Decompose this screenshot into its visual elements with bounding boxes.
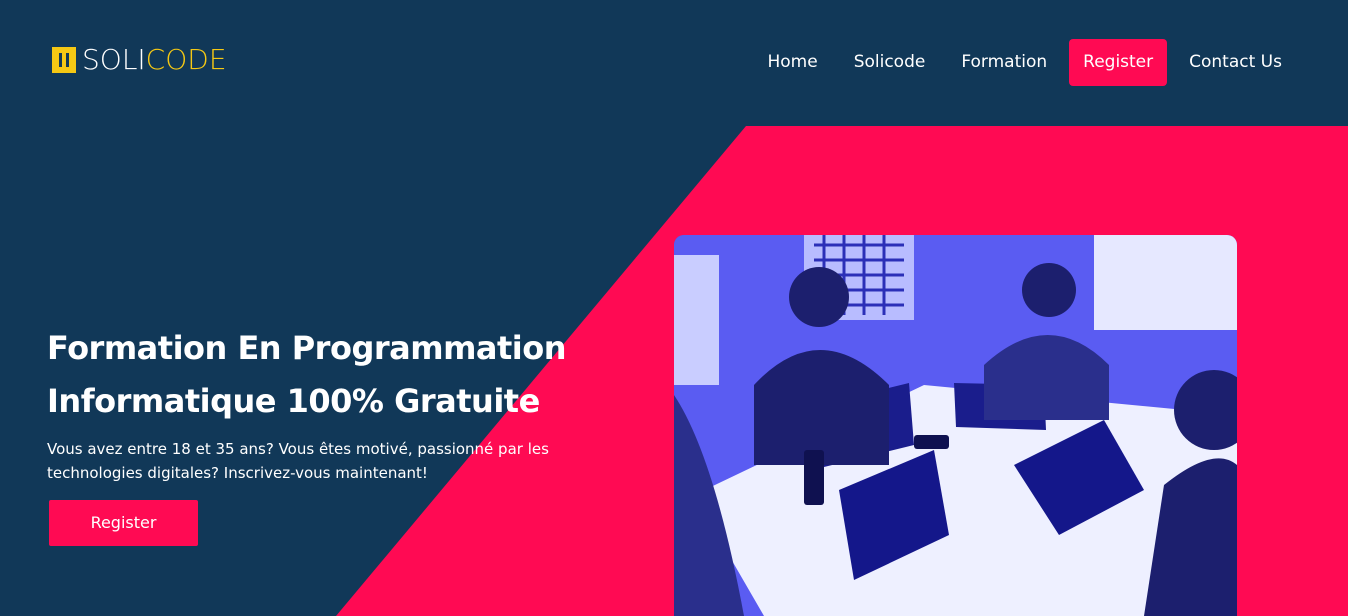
solicode-logo[interactable]: SOLICODE (52, 46, 227, 74)
logo-text-code: CODE (145, 43, 227, 76)
nav-contact-us[interactable]: Contact Us (1175, 39, 1296, 86)
hero-title-line2: Informatique 100% Gratuite (47, 382, 540, 420)
logo-text-soli: SOLI (82, 43, 146, 76)
photo-illustration (674, 235, 1237, 616)
hero-subtitle: Vous avez entre 18 et 35 ans? Vous êtes … (47, 440, 549, 482)
hero-title: Formation En Programmation Informatique … (47, 322, 647, 428)
hero-register-button[interactable]: Register (49, 500, 198, 546)
nav-solicode[interactable]: Solicode (840, 39, 940, 86)
nav-home[interactable]: Home (753, 39, 831, 86)
logo-text: SOLICODE (82, 46, 227, 74)
hero-photo-students-laptops (674, 235, 1237, 616)
nav-formation[interactable]: Formation (947, 39, 1061, 86)
logo-mark-icon (52, 47, 76, 73)
nav-register[interactable]: Register (1069, 39, 1168, 86)
main-nav: Home Solicode Formation Register Contact… (745, 39, 1296, 86)
hero-title-line1: Formation En Programmation (47, 329, 567, 367)
